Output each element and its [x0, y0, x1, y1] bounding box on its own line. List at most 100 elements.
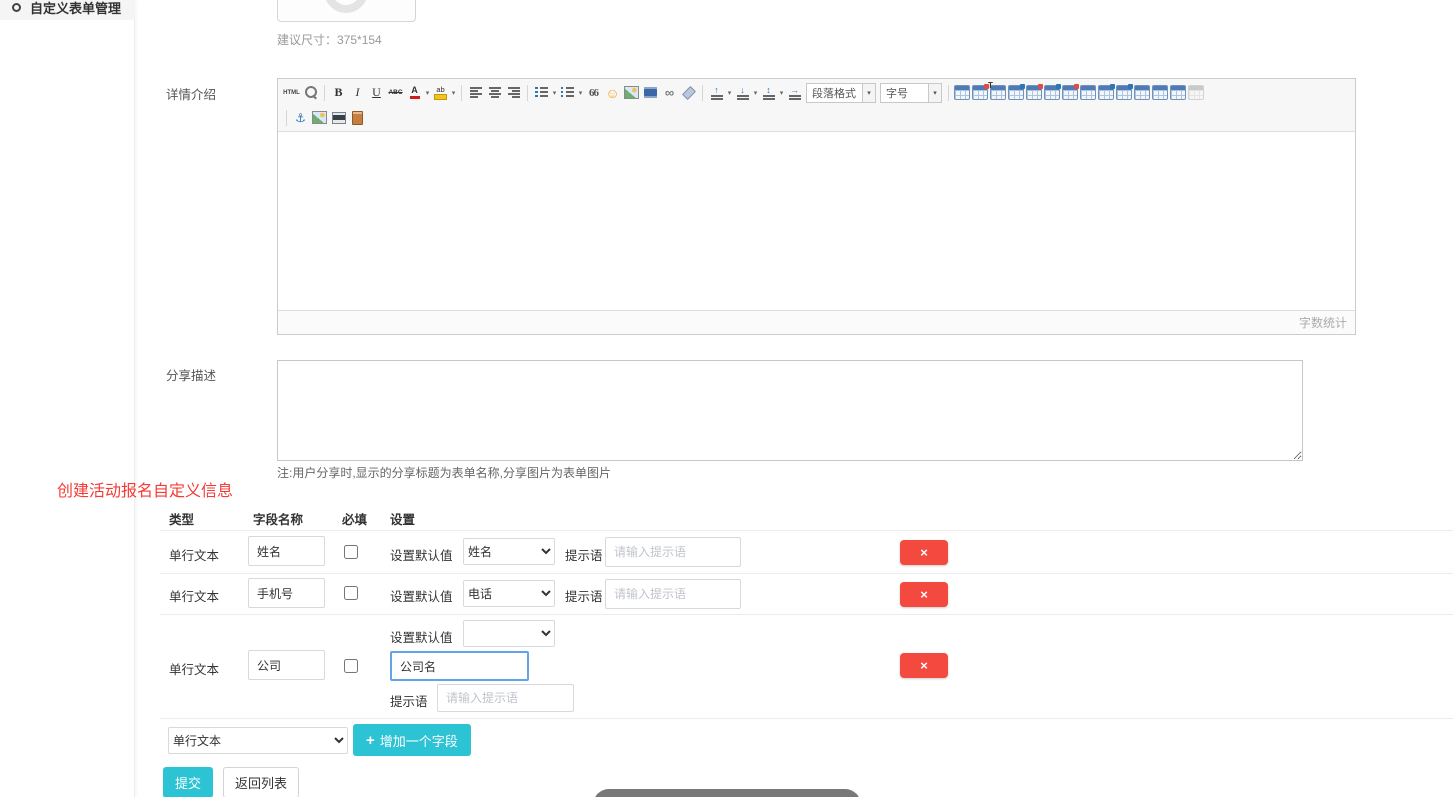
field-name-input[interactable] [248, 536, 325, 566]
margin-top-icon[interactable] [708, 84, 725, 101]
insert-table-icon[interactable] [954, 85, 970, 100]
chevron-down-icon[interactable]: ▾ [450, 89, 457, 97]
chevron-down-icon[interactable]: ▾ [577, 89, 584, 97]
hint-label: 提示语 [565, 545, 603, 564]
upload-size-hint: 建议尺寸：375*154 [277, 31, 382, 48]
chevron-down-icon[interactable]: ▾ [928, 84, 941, 102]
col-header-field-name: 字段名称 [253, 509, 303, 528]
section-title-create-custom-info: 创建活动报名自定义信息 [57, 477, 233, 501]
word-count-link[interactable]: 字数统计 [1299, 314, 1347, 331]
insert-row-above-icon[interactable] [1008, 85, 1024, 100]
insert-link-icon[interactable] [661, 84, 678, 101]
highlight-color-icon[interactable] [432, 84, 449, 101]
split-cells-icon[interactable] [1152, 85, 1168, 100]
back-to-list-button[interactable]: 返回列表 [223, 767, 299, 797]
chevron-down-icon[interactable]: ▾ [551, 89, 558, 97]
required-checkbox[interactable] [344, 545, 358, 559]
align-right-icon[interactable] [505, 84, 522, 101]
remove-format-icon[interactable] [680, 84, 697, 101]
delete-field-button[interactable]: × [900, 653, 948, 678]
chevron-down-icon[interactable]: ▾ [726, 89, 733, 97]
underline-icon[interactable] [368, 84, 385, 101]
default-value-select[interactable] [463, 620, 555, 647]
field-name-input[interactable] [248, 578, 325, 608]
delete-table-icon[interactable] [972, 85, 988, 100]
new-field-type-select[interactable]: 单行文本 [168, 727, 348, 754]
margin-bottom-icon[interactable] [734, 84, 751, 101]
paragraph-format-select[interactable]: 段落格式▾ [806, 83, 876, 103]
divider [160, 573, 1453, 574]
indent-icon[interactable] [786, 84, 803, 101]
field-name-input[interactable] [248, 650, 325, 680]
insert-col-right-icon[interactable] [1116, 85, 1132, 100]
editor-content[interactable] [278, 132, 1355, 310]
preview-icon[interactable] [302, 84, 319, 101]
default-value-select[interactable]: 姓名 [463, 538, 555, 565]
divider [160, 614, 1453, 615]
insert-row-below-icon[interactable] [1098, 85, 1114, 100]
set-default-label: 设置默认值 [390, 586, 453, 605]
font-size-select[interactable]: 字号▾ [880, 83, 942, 103]
bold-icon[interactable] [330, 84, 347, 101]
delete-row-icon[interactable] [1026, 85, 1042, 100]
field-type-text: 单行文本 [169, 545, 219, 564]
image-manager-icon[interactable] [311, 109, 328, 126]
unordered-list-icon[interactable] [559, 84, 576, 101]
row-span-icon[interactable] [1170, 85, 1186, 100]
table-properties-icon[interactable] [990, 85, 1006, 100]
blockquote-icon[interactable] [585, 84, 602, 101]
font-color-icon[interactable] [406, 84, 423, 101]
insert-col-left-icon[interactable] [1044, 85, 1060, 100]
form-image-upload-box[interactable] [277, 0, 416, 22]
print-icon[interactable] [330, 109, 347, 126]
required-checkbox[interactable] [344, 659, 358, 673]
page: 自定义表单管理 建议尺寸：375*154 详情介绍 ▾▾▾▾▾▾▾段落格式▾字号… [0, 0, 1453, 797]
detail-intro-label: 详情介绍 [166, 84, 216, 103]
chevron-down-icon[interactable]: ▾ [424, 89, 431, 97]
delete-col-icon[interactable] [1062, 85, 1078, 100]
toolbar-separator [702, 85, 703, 101]
chevron-down-icon[interactable]: ▾ [862, 84, 875, 102]
sidebar: 自定义表单管理 [0, 0, 135, 797]
default-value-select[interactable]: 电话 [463, 580, 555, 607]
add-field-button[interactable]: + 增加一个字段 [353, 724, 471, 756]
align-left-icon[interactable] [467, 84, 484, 101]
submit-button[interactable]: 提交 [163, 767, 213, 797]
italic-icon[interactable] [349, 84, 366, 101]
line-height-icon[interactable] [760, 84, 777, 101]
strikethrough-icon[interactable] [387, 84, 404, 101]
hint-input[interactable] [605, 537, 741, 567]
anchor-icon[interactable] [292, 109, 309, 126]
sidebar-item-label: 自定义表单管理 [30, 0, 121, 17]
align-center-icon[interactable] [486, 84, 503, 101]
paste-icon[interactable] [349, 109, 366, 126]
share-desc-label: 分享描述 [166, 365, 216, 384]
ordered-list-icon[interactable] [533, 84, 550, 101]
toast-notification [593, 789, 861, 797]
default-value-input[interactable] [390, 651, 529, 681]
merge-cells-icon[interactable] [1134, 85, 1150, 100]
chevron-down-icon[interactable]: ▾ [752, 89, 759, 97]
editor-statusbar: 字数统计 [278, 310, 1355, 334]
col-header-type: 类型 [169, 509, 194, 528]
share-desc-textarea[interactable] [277, 360, 1303, 461]
field-type-text: 单行文本 [169, 659, 219, 678]
hint-input[interactable] [605, 579, 741, 609]
col-span-icon [1188, 85, 1204, 100]
insert-image-icon[interactable] [623, 84, 640, 101]
required-checkbox[interactable] [344, 586, 358, 600]
delete-field-button[interactable]: × [900, 582, 948, 607]
cell-properties-icon[interactable] [1080, 85, 1096, 100]
emoticons-icon[interactable] [604, 84, 621, 101]
upload-placeholder-circle-icon [324, 0, 368, 13]
insert-video-icon[interactable] [642, 84, 659, 101]
chevron-down-icon[interactable]: ▾ [778, 89, 785, 97]
divider [160, 530, 1453, 531]
sidebar-item-custom-form-management[interactable]: 自定义表单管理 [0, 0, 135, 20]
add-field-button-label: 增加一个字段 [380, 731, 458, 750]
toolbar-separator [948, 85, 949, 101]
toolbar-separator [324, 85, 325, 101]
hint-input[interactable] [437, 684, 574, 712]
source-html-icon[interactable] [283, 84, 300, 101]
delete-field-button[interactable]: × [900, 540, 948, 565]
